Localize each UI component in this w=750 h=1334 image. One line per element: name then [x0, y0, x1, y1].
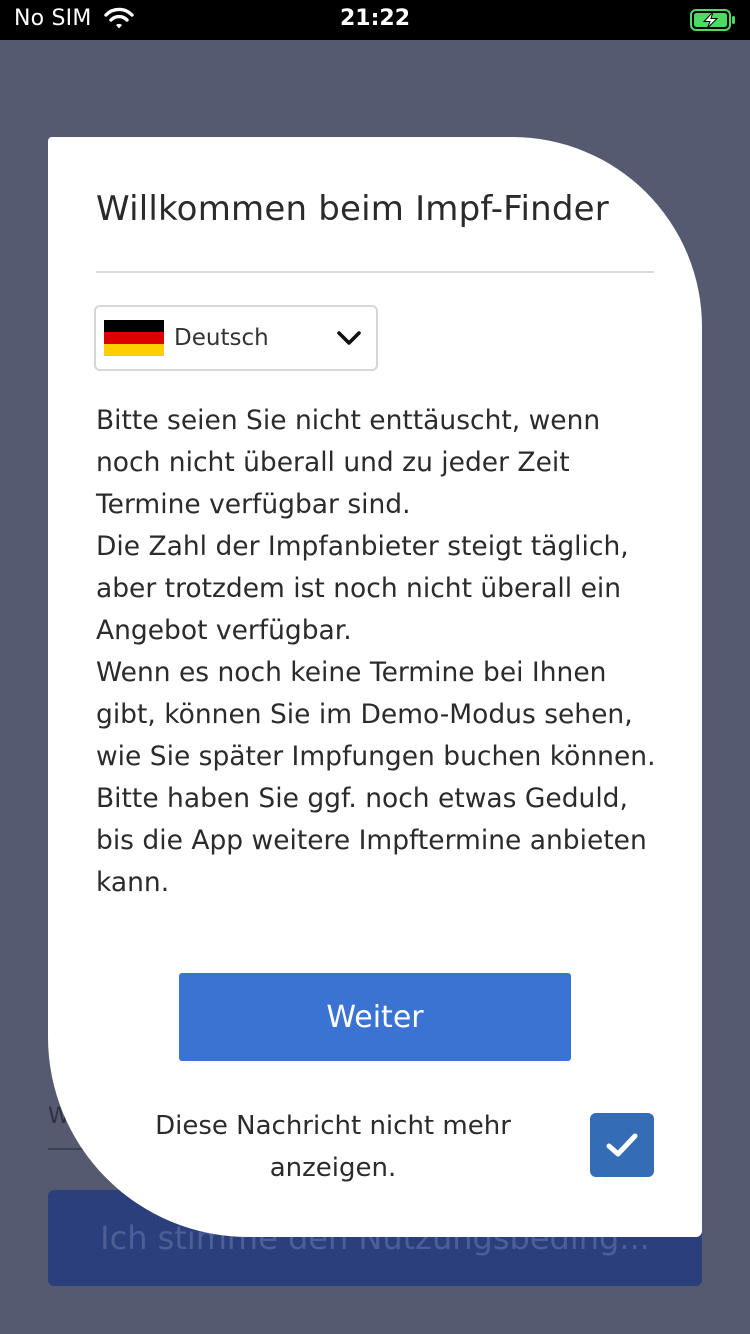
info-line: Die Zahl der Impfanbieter steigt täglich… — [96, 531, 629, 562]
language-select[interactable]: Deutsch — [94, 305, 378, 371]
battery-charging-icon — [690, 9, 735, 31]
info-line: Termine verfügbar sind. — [96, 489, 411, 520]
info-line: Bitte haben Sie ggf. noch etwas Geduld, — [96, 783, 628, 814]
chevron-down-icon — [337, 331, 361, 345]
info-line: bis die App weitere Impftermine anbieten — [96, 825, 647, 856]
info-line: noch nicht überall und zu jeder Zeit — [96, 447, 570, 478]
german-flag-icon — [104, 320, 164, 356]
info-line: kann. — [96, 867, 170, 898]
dialog-title: Willkommen beim Impf-Finder — [96, 189, 609, 229]
info-line: wie Sie später Impfungen buchen können. — [96, 741, 656, 772]
info-text: Bitte seien Sie nicht enttäuscht, wenn n… — [96, 400, 666, 904]
welcome-dialog: Willkommen beim Impf-Finder Deutsch Bitt… — [48, 137, 702, 1237]
info-line: gibt, können Sie im Demo-Modus sehen, — [96, 699, 633, 730]
title-divider — [96, 271, 654, 273]
dont-show-line: anzeigen. — [269, 1153, 397, 1183]
continue-button[interactable]: Weiter — [179, 973, 571, 1061]
dont-show-line: Diese Nachricht nicht mehr — [155, 1111, 511, 1141]
status-time: 21:22 — [339, 6, 411, 31]
info-line: Wenn es noch keine Termine bei Ihnen — [96, 657, 607, 688]
checkmark-icon — [606, 1133, 638, 1157]
dont-show-again-label: Diese Nachricht nicht mehr anzeigen. — [132, 1105, 534, 1189]
language-label: Deutsch — [174, 325, 269, 351]
dont-show-again-checkbox[interactable] — [590, 1113, 654, 1177]
status-bar: No SIM 21:22 — [0, 0, 750, 40]
info-line: Bitte seien Sie nicht enttäuscht, wenn — [96, 405, 601, 436]
info-line: Angebot verfügbar. — [96, 615, 352, 646]
info-line: aber trotzdem ist noch nicht überall ein — [96, 573, 622, 604]
